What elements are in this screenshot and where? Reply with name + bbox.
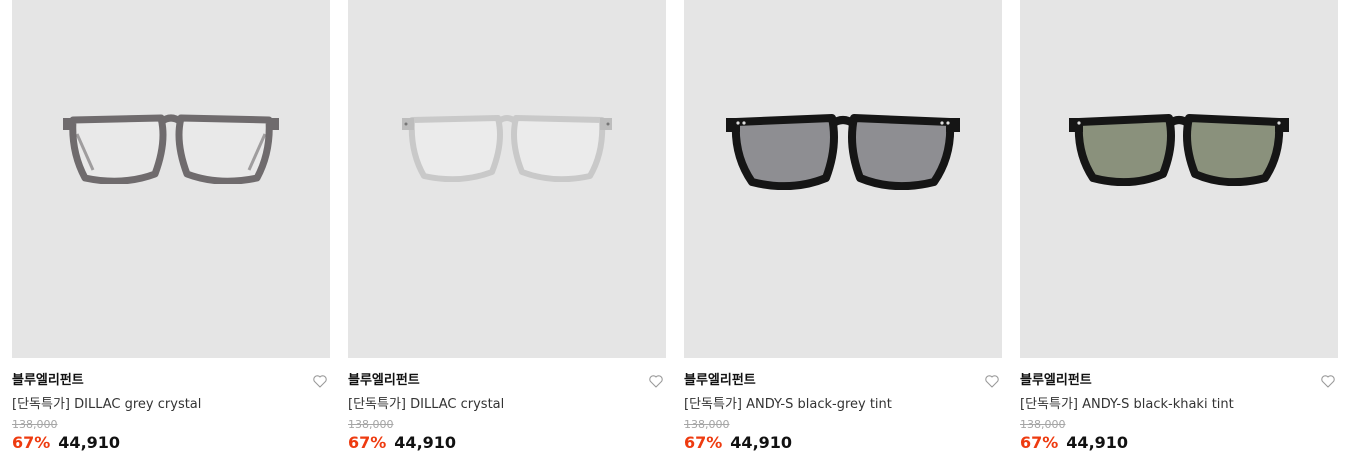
product-card[interactable]: 블루엘리펀트 [단독특가] ANDY-S black-grey tint 138… bbox=[684, 0, 1002, 453]
product-card[interactable]: 블루엘리펀트 [단독특가] DILLAC crystal 138,000 67%… bbox=[348, 0, 666, 453]
price-row: 67% 44,910 bbox=[348, 433, 666, 453]
product-image[interactable] bbox=[684, 0, 1002, 358]
heart-outline-icon[interactable] bbox=[1320, 373, 1336, 389]
product-name[interactable]: [단독특가] DILLAC grey crystal bbox=[12, 396, 330, 414]
heart-outline-icon[interactable] bbox=[648, 373, 664, 389]
original-price: 138,000 bbox=[348, 418, 394, 431]
glasses-clear-crystal-icon bbox=[402, 115, 612, 182]
product-image[interactable] bbox=[1020, 0, 1338, 358]
product-name[interactable]: [단독특가] ANDY-S black-khaki tint bbox=[1020, 396, 1338, 414]
product-image[interactable] bbox=[348, 0, 666, 358]
product-grid: 블루엘리펀트 [단독특가] DILLAC grey crystal 138,00… bbox=[12, 0, 1338, 453]
price-row: 67% 44,910 bbox=[1020, 433, 1338, 453]
sunglasses-black-khaki-icon bbox=[1069, 114, 1289, 186]
discount-rate: 67% bbox=[348, 433, 387, 452]
brand-name[interactable]: 블루엘리펀트 bbox=[348, 372, 666, 390]
original-price: 138,000 bbox=[12, 418, 58, 431]
glasses-grey-crystal-icon bbox=[63, 114, 279, 184]
product-info: 블루엘리펀트 [단독특가] ANDY-S black-khaki tint 13… bbox=[1020, 358, 1338, 453]
product-info: 블루엘리펀트 [단독특가] DILLAC crystal 138,000 67%… bbox=[348, 358, 666, 453]
discount-rate: 67% bbox=[684, 433, 723, 452]
product-card[interactable]: 블루엘리펀트 [단독특가] ANDY-S black-khaki tint 13… bbox=[1020, 0, 1338, 453]
price-row: 67% 44,910 bbox=[12, 433, 330, 453]
heart-outline-icon[interactable] bbox=[312, 373, 328, 389]
discount-rate: 67% bbox=[1020, 433, 1059, 452]
product-image[interactable] bbox=[12, 0, 330, 358]
product-card[interactable]: 블루엘리펀트 [단독특가] DILLAC grey crystal 138,00… bbox=[12, 0, 330, 453]
brand-name[interactable]: 블루엘리펀트 bbox=[684, 372, 1002, 390]
product-info: 블루엘리펀트 [단독특가] DILLAC grey crystal 138,00… bbox=[12, 358, 330, 453]
product-info: 블루엘리펀트 [단독특가] ANDY-S black-grey tint 138… bbox=[684, 358, 1002, 453]
sale-price: 44,910 bbox=[1066, 433, 1129, 452]
brand-name[interactable]: 블루엘리펀트 bbox=[12, 372, 330, 390]
original-price: 138,000 bbox=[684, 418, 730, 431]
original-price: 138,000 bbox=[1020, 418, 1066, 431]
discount-rate: 67% bbox=[12, 433, 51, 452]
price-row: 67% 44,910 bbox=[684, 433, 1002, 453]
heart-outline-icon[interactable] bbox=[984, 373, 1000, 389]
sale-price: 44,910 bbox=[58, 433, 121, 452]
product-name[interactable]: [단독특가] DILLAC crystal bbox=[348, 396, 666, 414]
product-name[interactable]: [단독특가] ANDY-S black-grey tint bbox=[684, 396, 1002, 414]
sale-price: 44,910 bbox=[730, 433, 793, 452]
brand-name[interactable]: 블루엘리펀트 bbox=[1020, 372, 1338, 390]
sunglasses-black-grey-icon bbox=[726, 114, 960, 190]
sale-price: 44,910 bbox=[394, 433, 457, 452]
